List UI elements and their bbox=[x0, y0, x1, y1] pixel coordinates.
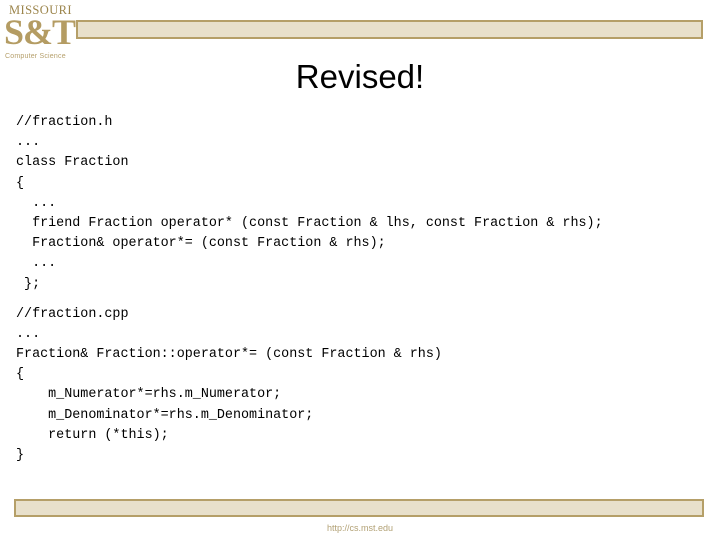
code-line: //fraction.h bbox=[16, 115, 113, 130]
code-line: ... bbox=[16, 256, 57, 272]
code-content: //fraction.h... class Fraction { ... frien… bbox=[16, 113, 716, 466]
code-line: class Fraction bbox=[16, 155, 129, 171]
code-line: m_Denominator*=rhs.m_Denominator; bbox=[16, 407, 314, 423]
code-line: { bbox=[16, 175, 25, 191]
code-line: //fraction.cpp bbox=[16, 306, 129, 322]
code-line: return (*this); bbox=[16, 427, 169, 443]
code-line: }; bbox=[16, 276, 41, 292]
slide-title: Revised! bbox=[295, 58, 425, 95]
header-accent-bar bbox=[76, 20, 703, 39]
code-line: ... bbox=[16, 195, 57, 211]
code-line: { bbox=[16, 367, 25, 383]
code-line: Fraction& operator*= (const Fraction & r… bbox=[16, 236, 386, 252]
code-line: m_Numerator*=rhs.m_Numerator; bbox=[16, 387, 282, 403]
code-block-separator bbox=[16, 295, 716, 305]
code-line: } bbox=[16, 448, 25, 463]
code-line: Fraction& Fraction::operator*= (const Fr… bbox=[16, 347, 442, 363]
code-line: ... bbox=[16, 326, 41, 342]
code-line: friend Fraction operator* (const Fractio… bbox=[16, 215, 603, 231]
footer-accent-bar bbox=[14, 499, 704, 517]
footer-url: http://cs.mst.edu bbox=[326, 523, 394, 533]
code-line: ... bbox=[16, 135, 41, 151]
logo-st-mark: S&T bbox=[4, 12, 76, 52]
